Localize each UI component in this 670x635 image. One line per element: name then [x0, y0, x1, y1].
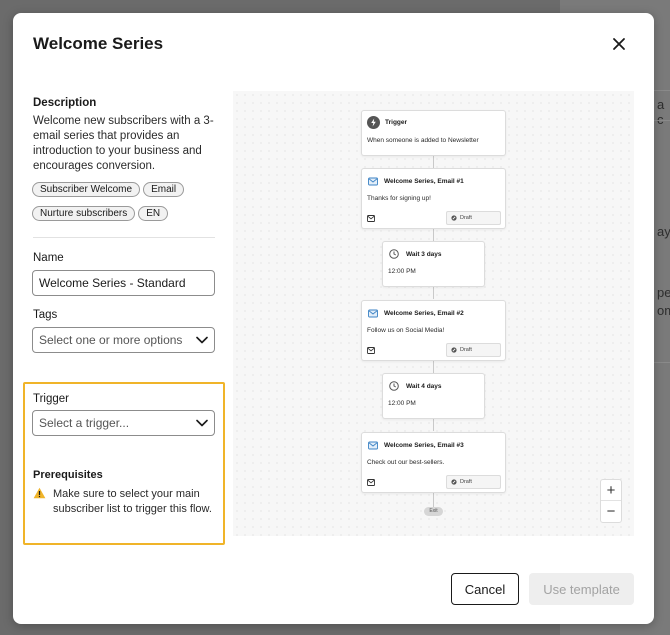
node-text: Check out our best-sellers.	[367, 459, 445, 466]
flow-connector	[433, 361, 434, 373]
tags-select[interactable]: Select one or more options	[32, 327, 215, 353]
flow-wait-node[interactable]: Wait 4 days 12:00 PM	[382, 373, 485, 419]
node-text: 12:00 PM	[388, 400, 416, 407]
flow-email-node[interactable]: Welcome Series, Email #1 Thanks for sign…	[361, 168, 506, 229]
chevron-down-icon	[196, 336, 208, 344]
node-text: When someone is added to Newsletter	[367, 137, 479, 144]
status-badge: Draft	[446, 475, 501, 489]
node-text: Thanks for signing up!	[367, 195, 431, 202]
status-text: Draft	[460, 215, 472, 221]
status-badge: Draft	[446, 211, 501, 225]
trigger-select[interactable]: Select a trigger...	[32, 410, 215, 436]
tags-label: Tags	[33, 309, 58, 321]
description-label: Description	[33, 97, 97, 109]
node-title: Wait 4 days	[406, 383, 442, 390]
tags-select-placeholder: Select one or more options	[39, 333, 183, 347]
template-modal: Welcome Series Description Welcome new s…	[13, 13, 654, 624]
cancel-button[interactable]: Cancel	[451, 573, 519, 605]
lightning-icon	[367, 116, 380, 129]
prerequisites-text: Make sure to select your main subscriber…	[53, 488, 212, 515]
tag-chip: Nurture subscribers	[32, 206, 136, 221]
use-template-button[interactable]: Use template	[529, 573, 634, 605]
bg-fragment: om	[657, 303, 670, 318]
mail-icon	[367, 215, 375, 222]
bg-divider	[654, 90, 670, 91]
section-divider	[33, 237, 215, 238]
warning-icon	[33, 487, 46, 499]
modal-title: Welcome Series	[33, 34, 164, 53]
name-input[interactable]	[32, 270, 215, 296]
email-icon	[368, 309, 378, 318]
email-icon	[368, 441, 378, 450]
draft-icon	[451, 479, 457, 485]
zoom-in-button[interactable]: +	[601, 480, 621, 501]
mail-icon	[367, 479, 375, 486]
tag-chip: Email	[143, 182, 185, 197]
bg-divider	[654, 362, 670, 363]
node-title: Wait 3 days	[406, 251, 442, 258]
node-title: Welcome Series, Email #1	[384, 178, 464, 185]
flow-exit: Exit	[424, 507, 443, 516]
description-text: Welcome new subscribers with a 3-email s…	[33, 115, 214, 172]
bg-divider	[654, 120, 670, 121]
flow-wait-node[interactable]: Wait 3 days 12:00 PM	[382, 241, 485, 287]
node-title: Welcome Series, Email #2	[384, 310, 464, 317]
flow-trigger-node[interactable]: Trigger When someone is added to Newslet…	[361, 110, 506, 156]
close-button[interactable]	[607, 32, 631, 56]
node-title: Welcome Series, Email #3	[384, 442, 464, 449]
prerequisites-label: Prerequisites	[33, 469, 103, 481]
flow-email-node[interactable]: Welcome Series, Email #2 Follow us on So…	[361, 300, 506, 361]
trigger-select-placeholder: Select a trigger...	[39, 416, 130, 430]
status-text: Draft	[460, 479, 472, 485]
tag-chip: EN	[138, 206, 169, 221]
flow-connector	[433, 156, 434, 168]
zoom-controls: + −	[600, 479, 622, 523]
clock-icon	[389, 249, 399, 259]
status-text: Draft	[460, 347, 472, 353]
mail-icon	[367, 347, 375, 354]
bg-fragment: ay	[657, 224, 670, 239]
trigger-label: Trigger	[33, 393, 69, 405]
node-text: Follow us on Social Media!	[367, 327, 445, 334]
tag-chip: Subscriber Welcome	[32, 182, 141, 197]
flow-connector	[433, 287, 434, 299]
draft-icon	[451, 347, 457, 353]
node-text: 12:00 PM	[388, 268, 416, 275]
chevron-down-icon	[196, 419, 208, 427]
flow-connector	[433, 493, 434, 507]
bg-fragment: a c	[657, 97, 665, 127]
zoom-out-button[interactable]: −	[601, 501, 621, 522]
bg-fragment: pe	[657, 285, 670, 300]
flow-connector	[433, 419, 434, 431]
status-badge: Draft	[446, 343, 501, 357]
trigger-highlight	[23, 382, 225, 545]
node-title: Trigger	[385, 119, 408, 126]
flow-connector	[433, 229, 434, 241]
clock-icon	[389, 381, 399, 391]
close-icon	[613, 38, 625, 50]
email-icon	[368, 177, 378, 186]
draft-icon	[451, 215, 457, 221]
tag-list: Subscriber Welcome Email Nurture subscrib…	[32, 179, 227, 227]
name-label: Name	[33, 252, 64, 264]
flow-email-node[interactable]: Welcome Series, Email #3 Check out our b…	[361, 432, 506, 493]
